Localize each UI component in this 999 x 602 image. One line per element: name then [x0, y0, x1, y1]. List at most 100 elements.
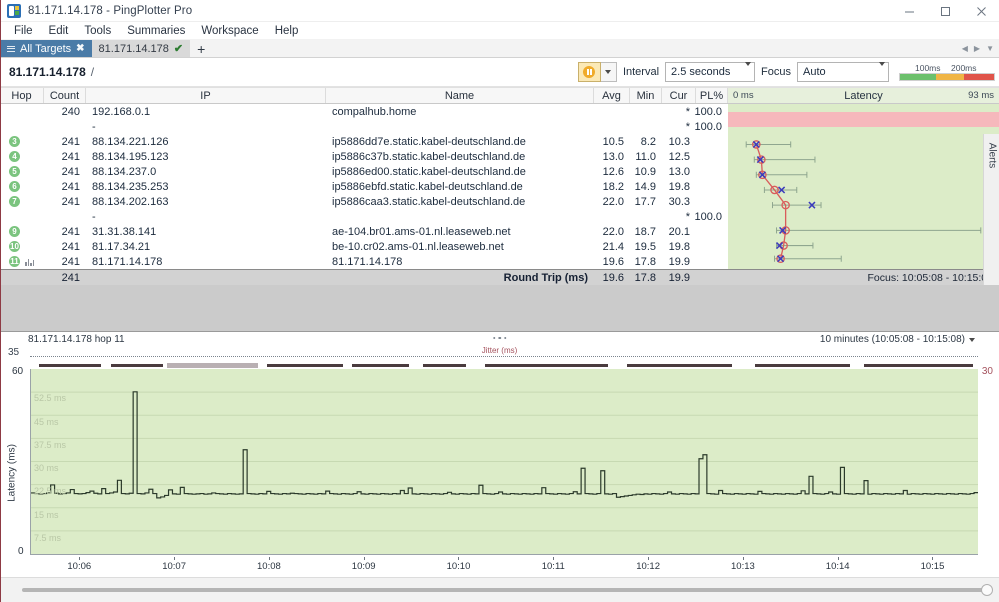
column-header-cur[interactable]: Cur [662, 88, 696, 103]
tab-next-icon[interactable]: ▶ [974, 44, 980, 53]
x-tick-label: 10:12 [636, 561, 660, 572]
pause-dropdown-button[interactable] [600, 62, 617, 82]
menu-help[interactable]: Help [267, 22, 307, 40]
tab-close-icon[interactable]: ✖ [76, 43, 84, 54]
column-header-min[interactable]: Min [630, 88, 662, 103]
tab-bar: All Targets ✖ 81.171.14.178 ✔ + ◀ ▶ ▼ [0, 40, 999, 58]
alerts-rail[interactable]: Alerts [983, 134, 999, 285]
cell-pl [696, 149, 728, 164]
x-tick-label: 10:13 [731, 561, 755, 572]
focus-range-text: Focus: 10:05:08 - 10:15:08 [867, 271, 993, 284]
timeline-slider-knob[interactable] [981, 584, 993, 596]
minimize-icon[interactable] [891, 0, 927, 22]
maximize-icon[interactable] [927, 0, 963, 22]
hop-cell: 11 [0, 256, 44, 267]
tab-menu-icon[interactable]: ▼ [986, 44, 994, 53]
column-header-ip[interactable]: IP [86, 88, 326, 103]
table-row[interactable]: 4 241 88.134.195.123 ip5886c37b.static.kabe… [0, 149, 728, 164]
latency-traceroute-plot[interactable] [728, 104, 999, 269]
cell-ip: - [92, 210, 96, 223]
gridline-label: 22.5 ms [34, 486, 67, 497]
x-tick-mark [79, 557, 81, 560]
tab-all-targets[interactable]: All Targets ✖ [0, 40, 92, 57]
tab-target-81-171-14-178[interactable]: 81.171.14.178 ✔ [91, 40, 191, 57]
close-icon[interactable] [963, 0, 999, 22]
latency-scale-max: 93 ms [968, 90, 994, 101]
jitter-bar [864, 364, 945, 367]
table-row[interactable]: 7 241 88.134.202.163 ip5886caa3.static.kabe… [0, 194, 728, 209]
menu-summaries[interactable]: Summaries [119, 22, 193, 40]
new-tab-button[interactable]: + [190, 40, 212, 57]
tab-all-targets-label: All Targets [20, 42, 72, 55]
cell-cur: 19.9 [668, 255, 690, 268]
cell-ip: 31.31.38.141 [92, 225, 157, 238]
timeline-scrollbar [0, 577, 999, 602]
cell-count: 241 [61, 150, 80, 163]
cell-avg [594, 104, 630, 119]
pause-button[interactable] [577, 62, 601, 82]
target-path: / [90, 65, 95, 79]
column-header-name[interactable]: Name [326, 88, 594, 103]
chevron-down-icon[interactable] [969, 337, 975, 342]
menu-file[interactable]: File [6, 22, 41, 40]
table-row[interactable]: - * 100.0 [0, 209, 728, 224]
latency-hop-chart [745, 140, 982, 264]
cell-count: 241 [61, 255, 80, 268]
cell-ip: 192.168.0.1 [92, 105, 151, 118]
timeline-range[interactable]: 10 minutes (10:05:08 - 10:15:08) [820, 334, 995, 345]
x-axis-ticks: 10:06 10:07 10:08 10:09 10:10 10:11 10:12 10:13… [30, 557, 978, 573]
table-row[interactable]: 5 241 88.134.237.0 ip5886ed00.static.kabel-… [0, 164, 728, 179]
table-row[interactable]: 9 241 31.31.38.141 ae-104.br01.ams-01.nl.le… [0, 224, 728, 239]
cell-name: be-10.cr02.ams-01.nl.leaseweb.net [332, 240, 504, 253]
right-axis-max: 30 [981, 366, 993, 377]
table-row[interactable]: 11 241 81.171.14.178 81.171.14.178 19.6 17.8 1… [0, 254, 728, 269]
jitter-bar [110, 364, 163, 367]
cell-count: 240 [61, 105, 80, 118]
window-title: 81.171.14.178 - PingPlotter Pro [28, 4, 193, 17]
table-row[interactable]: 240 192.168.0.1 compalhub.home * 100.0 [0, 104, 728, 119]
column-header-count[interactable]: Count [44, 88, 86, 103]
check-icon: ✔ [173, 43, 184, 55]
cell-min: 8.2 [640, 135, 656, 148]
cell-min: 19.5 [634, 240, 656, 253]
menu-edit[interactable]: Edit [41, 22, 77, 40]
hop-badge: 3 [9, 136, 20, 147]
table-row[interactable]: 3 241 88.134.221.126 ip5886dd7e.static.kabe… [0, 134, 728, 149]
splitter-handle[interactable] [492, 336, 507, 339]
latency-legend: 100ms 200ms [899, 63, 995, 81]
column-header-avg[interactable]: Avg [594, 88, 630, 103]
total-cur: 19.9 [668, 271, 690, 284]
cell-name: 81.171.14.178 [332, 255, 403, 268]
column-header-pl[interactable]: PL% [696, 88, 728, 103]
latency-line-series [31, 369, 978, 532]
sparkline-icon[interactable] [25, 258, 34, 266]
cell-min [630, 104, 662, 119]
menu-workspace[interactable]: Workspace [193, 22, 266, 40]
menu-tools[interactable]: Tools [76, 22, 119, 40]
column-header-hop[interactable]: Hop [0, 88, 44, 103]
x-tick-label: 10:11 [541, 561, 565, 572]
jitter-bar [39, 364, 102, 367]
cell-avg: 18.2 [602, 180, 624, 193]
hop-badge: 6 [9, 181, 20, 192]
chevron-down-icon [605, 70, 612, 74]
tab-prev-icon[interactable]: ◀ [962, 44, 968, 53]
plot-area[interactable] [30, 369, 978, 555]
y-axis-min: 0 [18, 546, 24, 557]
gridline-label: 37.5 ms [34, 439, 67, 450]
table-row[interactable]: 10 241 81.17.34.21 be-10.cr02.ams-01.nl.lea… [0, 239, 728, 254]
cell-count [44, 209, 86, 224]
jitter-axis-line [30, 356, 978, 357]
latency-panel-title: Latency [844, 89, 883, 102]
timeline-slider-track[interactable] [22, 584, 993, 596]
cell-pl: 100.0 [694, 120, 722, 133]
interval-select[interactable]: 2.5 seconds [665, 62, 756, 82]
cell-min: 11.0 [635, 150, 656, 163]
table-row[interactable]: - * 100.0 [0, 119, 728, 134]
cell-cur: * [685, 105, 690, 118]
focus-select[interactable]: Auto [797, 62, 889, 82]
cell-ip: 81.17.34.21 [92, 240, 151, 253]
table-row[interactable]: 6 241 88.134.235.253 ip5886ebfd.static.kabe… [0, 179, 728, 194]
jitter-bar-selected [167, 363, 258, 368]
cell-avg [594, 119, 630, 134]
